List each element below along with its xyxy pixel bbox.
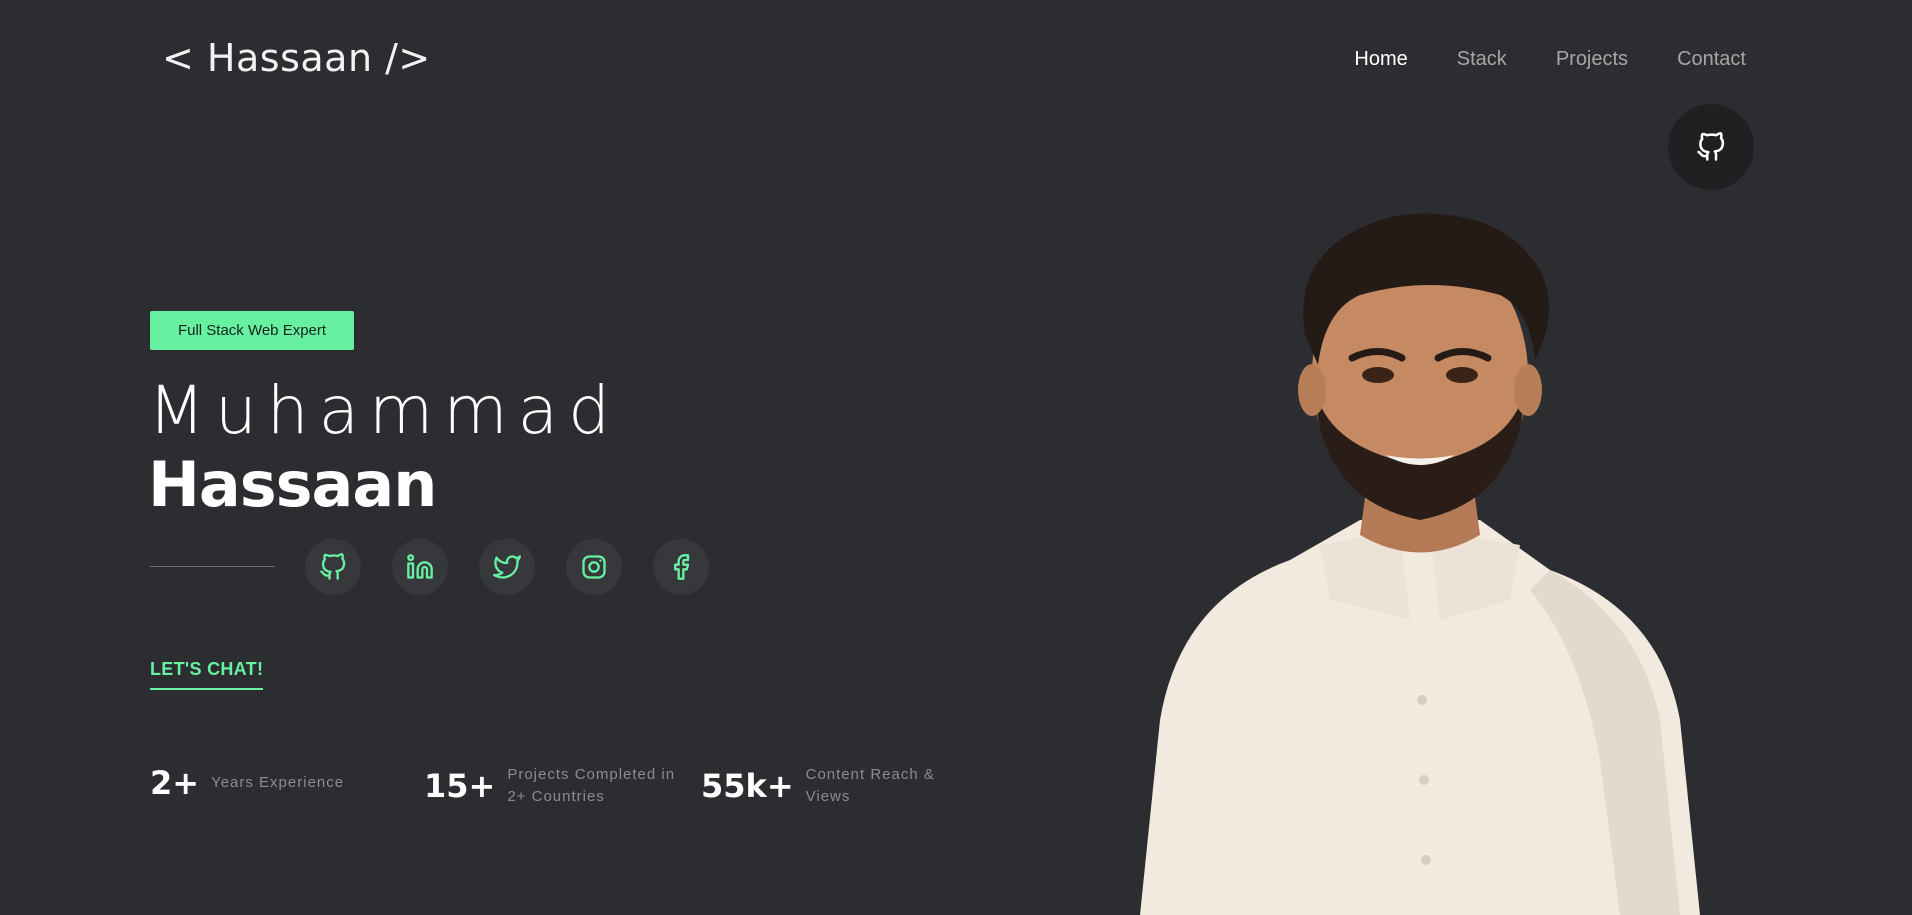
github-icon [320,553,346,580]
stat-label: Years Experience [211,772,344,794]
right-eye [1446,367,1478,383]
github-floating-button[interactable] [1668,104,1754,190]
nav-contact[interactable]: Contact [1677,48,1746,71]
nav-home[interactable]: Home [1354,48,1407,71]
left-ear [1298,364,1326,416]
stat-label-line2: Views [805,788,851,805]
stat-label-line1: Years Experience [211,774,345,791]
shirt-button [1421,855,1431,865]
social-twitter-link[interactable] [479,539,535,595]
social-github-link[interactable] [305,539,361,595]
last-name-heading: Hassaan [148,448,437,521]
divider-line [150,566,275,567]
stat-projects: 15+ Projects Completed in 2+ Countries [424,764,675,808]
site-logo[interactable]: < Hassaan /> [162,36,431,80]
social-facebook-link[interactable] [653,539,709,595]
twitter-icon [493,555,521,579]
shirt-button [1417,695,1427,705]
stat-label: Projects Completed in 2+ Countries [507,764,675,808]
lets-chat-link[interactable]: LET'S CHAT! [150,659,264,690]
stat-label-line2: 2+ Countries [507,788,605,805]
social-links [305,539,740,595]
stat-value: 2+ [150,764,200,802]
github-icon [1697,132,1725,161]
first-name-heading: Muhammad [148,372,620,449]
social-linkedin-link[interactable] [392,539,448,595]
instagram-icon [582,555,606,579]
facebook-icon [674,554,690,580]
stat-label: Content Reach & Views [806,764,935,808]
stat-label-line1: Projects Completed in [507,766,676,783]
stat-experience: 2+ Years Experience [150,764,344,802]
stat-value: 55k+ [701,767,794,805]
nav-stack[interactable]: Stack [1457,48,1507,71]
social-instagram-link[interactable] [566,539,622,595]
linkedin-icon [407,554,433,579]
stat-reach: 55k+ Content Reach & Views [701,764,935,808]
profile-portrait [1140,213,1700,915]
role-badge: Full Stack Web Expert [150,311,354,350]
stat-value: 15+ [424,767,496,805]
stat-label-line1: Content Reach & [805,766,935,783]
main-nav: Home Stack Projects Contact [1305,48,1746,71]
page: < Hassaan /> Home Stack Projects Contact… [0,0,1912,915]
shirt-button [1419,775,1429,785]
right-ear [1514,364,1542,416]
nav-projects[interactable]: Projects [1556,48,1628,71]
left-eye [1362,367,1394,383]
